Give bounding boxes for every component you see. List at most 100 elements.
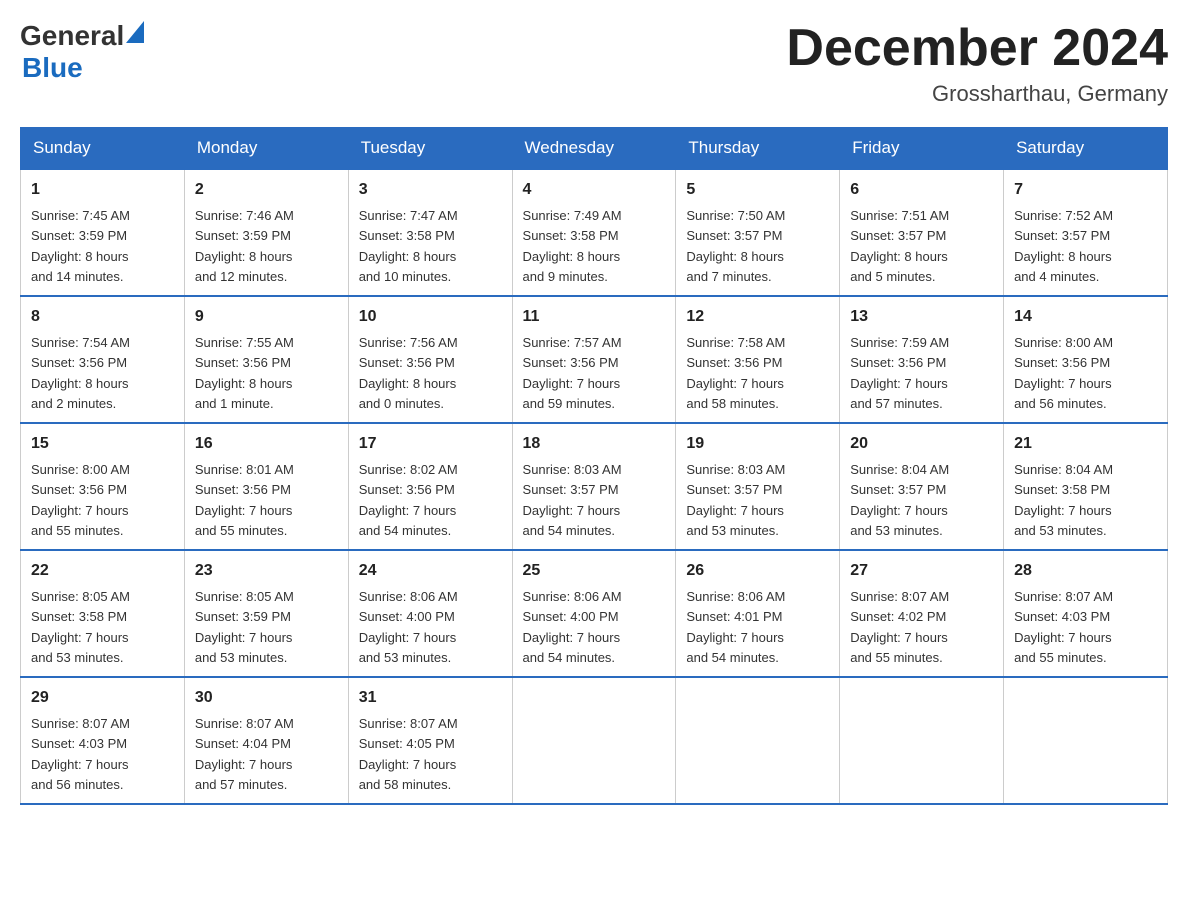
calendar-cell: 8 Sunrise: 7:54 AMSunset: 3:56 PMDayligh… xyxy=(21,296,185,423)
title-section: December 2024 Grossharthau, Germany xyxy=(786,20,1168,107)
day-number: 18 xyxy=(523,432,666,456)
calendar-cell xyxy=(676,677,840,804)
day-number: 13 xyxy=(850,305,993,329)
week-row-3: 15 Sunrise: 8:00 AMSunset: 3:56 PMDaylig… xyxy=(21,423,1168,550)
day-number: 30 xyxy=(195,686,338,710)
day-info: Sunrise: 8:06 AMSunset: 4:00 PMDaylight:… xyxy=(523,589,622,665)
day-info: Sunrise: 8:00 AMSunset: 3:56 PMDaylight:… xyxy=(1014,335,1113,411)
day-info: Sunrise: 7:56 AMSunset: 3:56 PMDaylight:… xyxy=(359,335,458,411)
day-info: Sunrise: 7:49 AMSunset: 3:58 PMDaylight:… xyxy=(523,208,622,284)
calendar-cell xyxy=(840,677,1004,804)
day-number: 9 xyxy=(195,305,338,329)
calendar-cell: 27 Sunrise: 8:07 AMSunset: 4:02 PMDaylig… xyxy=(840,550,1004,677)
calendar-cell: 15 Sunrise: 8:00 AMSunset: 3:56 PMDaylig… xyxy=(21,423,185,550)
day-info: Sunrise: 8:05 AMSunset: 3:58 PMDaylight:… xyxy=(31,589,130,665)
logo: General Blue xyxy=(20,20,144,84)
calendar-cell xyxy=(512,677,676,804)
day-number: 6 xyxy=(850,178,993,202)
logo-triangle-icon xyxy=(126,21,144,43)
calendar-cell: 1 Sunrise: 7:45 AMSunset: 3:59 PMDayligh… xyxy=(21,169,185,296)
calendar-cell: 3 Sunrise: 7:47 AMSunset: 3:58 PMDayligh… xyxy=(348,169,512,296)
day-info: Sunrise: 8:00 AMSunset: 3:56 PMDaylight:… xyxy=(31,462,130,538)
day-number: 15 xyxy=(31,432,174,456)
day-info: Sunrise: 8:06 AMSunset: 4:01 PMDaylight:… xyxy=(686,589,785,665)
calendar-cell: 24 Sunrise: 8:06 AMSunset: 4:00 PMDaylig… xyxy=(348,550,512,677)
page-header: General Blue December 2024 Grossharthau,… xyxy=(20,20,1168,107)
day-info: Sunrise: 7:45 AMSunset: 3:59 PMDaylight:… xyxy=(31,208,130,284)
day-number: 2 xyxy=(195,178,338,202)
day-info: Sunrise: 7:54 AMSunset: 3:56 PMDaylight:… xyxy=(31,335,130,411)
day-info: Sunrise: 8:03 AMSunset: 3:57 PMDaylight:… xyxy=(523,462,622,538)
day-info: Sunrise: 8:06 AMSunset: 4:00 PMDaylight:… xyxy=(359,589,458,665)
calendar-cell: 30 Sunrise: 8:07 AMSunset: 4:04 PMDaylig… xyxy=(184,677,348,804)
calendar-cell: 5 Sunrise: 7:50 AMSunset: 3:57 PMDayligh… xyxy=(676,169,840,296)
calendar-cell: 19 Sunrise: 8:03 AMSunset: 3:57 PMDaylig… xyxy=(676,423,840,550)
day-number: 7 xyxy=(1014,178,1157,202)
col-thursday: Thursday xyxy=(676,128,840,170)
calendar-cell: 9 Sunrise: 7:55 AMSunset: 3:56 PMDayligh… xyxy=(184,296,348,423)
day-number: 12 xyxy=(686,305,829,329)
day-info: Sunrise: 8:05 AMSunset: 3:59 PMDaylight:… xyxy=(195,589,294,665)
calendar-cell: 22 Sunrise: 8:05 AMSunset: 3:58 PMDaylig… xyxy=(21,550,185,677)
calendar-cell: 12 Sunrise: 7:58 AMSunset: 3:56 PMDaylig… xyxy=(676,296,840,423)
day-number: 31 xyxy=(359,686,502,710)
day-number: 20 xyxy=(850,432,993,456)
day-number: 25 xyxy=(523,559,666,583)
day-number: 4 xyxy=(523,178,666,202)
calendar-cell: 11 Sunrise: 7:57 AMSunset: 3:56 PMDaylig… xyxy=(512,296,676,423)
day-number: 28 xyxy=(1014,559,1157,583)
day-info: Sunrise: 8:07 AMSunset: 4:02 PMDaylight:… xyxy=(850,589,949,665)
week-row-4: 22 Sunrise: 8:05 AMSunset: 3:58 PMDaylig… xyxy=(21,550,1168,677)
day-number: 10 xyxy=(359,305,502,329)
day-info: Sunrise: 8:03 AMSunset: 3:57 PMDaylight:… xyxy=(686,462,785,538)
col-friday: Friday xyxy=(840,128,1004,170)
calendar-cell: 16 Sunrise: 8:01 AMSunset: 3:56 PMDaylig… xyxy=(184,423,348,550)
calendar-table: Sunday Monday Tuesday Wednesday Thursday… xyxy=(20,127,1168,805)
day-info: Sunrise: 8:01 AMSunset: 3:56 PMDaylight:… xyxy=(195,462,294,538)
col-saturday: Saturday xyxy=(1004,128,1168,170)
calendar-cell: 23 Sunrise: 8:05 AMSunset: 3:59 PMDaylig… xyxy=(184,550,348,677)
calendar-cell: 28 Sunrise: 8:07 AMSunset: 4:03 PMDaylig… xyxy=(1004,550,1168,677)
col-tuesday: Tuesday xyxy=(348,128,512,170)
day-info: Sunrise: 7:55 AMSunset: 3:56 PMDaylight:… xyxy=(195,335,294,411)
calendar-cell: 4 Sunrise: 7:49 AMSunset: 3:58 PMDayligh… xyxy=(512,169,676,296)
week-row-1: 1 Sunrise: 7:45 AMSunset: 3:59 PMDayligh… xyxy=(21,169,1168,296)
calendar-cell: 26 Sunrise: 8:06 AMSunset: 4:01 PMDaylig… xyxy=(676,550,840,677)
week-row-2: 8 Sunrise: 7:54 AMSunset: 3:56 PMDayligh… xyxy=(21,296,1168,423)
day-info: Sunrise: 7:51 AMSunset: 3:57 PMDaylight:… xyxy=(850,208,949,284)
calendar-cell: 29 Sunrise: 8:07 AMSunset: 4:03 PMDaylig… xyxy=(21,677,185,804)
calendar-cell: 13 Sunrise: 7:59 AMSunset: 3:56 PMDaylig… xyxy=(840,296,1004,423)
day-info: Sunrise: 8:07 AMSunset: 4:05 PMDaylight:… xyxy=(359,716,458,792)
day-info: Sunrise: 7:50 AMSunset: 3:57 PMDaylight:… xyxy=(686,208,785,284)
day-number: 5 xyxy=(686,178,829,202)
calendar-cell: 25 Sunrise: 8:06 AMSunset: 4:00 PMDaylig… xyxy=(512,550,676,677)
calendar-cell: 6 Sunrise: 7:51 AMSunset: 3:57 PMDayligh… xyxy=(840,169,1004,296)
calendar-cell: 21 Sunrise: 8:04 AMSunset: 3:58 PMDaylig… xyxy=(1004,423,1168,550)
day-info: Sunrise: 7:47 AMSunset: 3:58 PMDaylight:… xyxy=(359,208,458,284)
day-info: Sunrise: 8:07 AMSunset: 4:03 PMDaylight:… xyxy=(31,716,130,792)
month-year-title: December 2024 xyxy=(786,20,1168,77)
calendar-header-row: Sunday Monday Tuesday Wednesday Thursday… xyxy=(21,128,1168,170)
col-sunday: Sunday xyxy=(21,128,185,170)
day-info: Sunrise: 7:46 AMSunset: 3:59 PMDaylight:… xyxy=(195,208,294,284)
day-info: Sunrise: 7:57 AMSunset: 3:56 PMDaylight:… xyxy=(523,335,622,411)
day-number: 14 xyxy=(1014,305,1157,329)
week-row-5: 29 Sunrise: 8:07 AMSunset: 4:03 PMDaylig… xyxy=(21,677,1168,804)
day-number: 1 xyxy=(31,178,174,202)
day-info: Sunrise: 8:07 AMSunset: 4:03 PMDaylight:… xyxy=(1014,589,1113,665)
day-info: Sunrise: 8:02 AMSunset: 3:56 PMDaylight:… xyxy=(359,462,458,538)
calendar-cell: 20 Sunrise: 8:04 AMSunset: 3:57 PMDaylig… xyxy=(840,423,1004,550)
calendar-cell xyxy=(1004,677,1168,804)
logo-general: General xyxy=(20,20,124,52)
day-info: Sunrise: 8:04 AMSunset: 3:57 PMDaylight:… xyxy=(850,462,949,538)
calendar-cell: 2 Sunrise: 7:46 AMSunset: 3:59 PMDayligh… xyxy=(184,169,348,296)
day-info: Sunrise: 7:59 AMSunset: 3:56 PMDaylight:… xyxy=(850,335,949,411)
calendar-cell: 18 Sunrise: 8:03 AMSunset: 3:57 PMDaylig… xyxy=(512,423,676,550)
day-info: Sunrise: 7:58 AMSunset: 3:56 PMDaylight:… xyxy=(686,335,785,411)
calendar-cell: 7 Sunrise: 7:52 AMSunset: 3:57 PMDayligh… xyxy=(1004,169,1168,296)
day-number: 22 xyxy=(31,559,174,583)
day-info: Sunrise: 8:04 AMSunset: 3:58 PMDaylight:… xyxy=(1014,462,1113,538)
day-number: 3 xyxy=(359,178,502,202)
calendar-cell: 10 Sunrise: 7:56 AMSunset: 3:56 PMDaylig… xyxy=(348,296,512,423)
day-info: Sunrise: 8:07 AMSunset: 4:04 PMDaylight:… xyxy=(195,716,294,792)
